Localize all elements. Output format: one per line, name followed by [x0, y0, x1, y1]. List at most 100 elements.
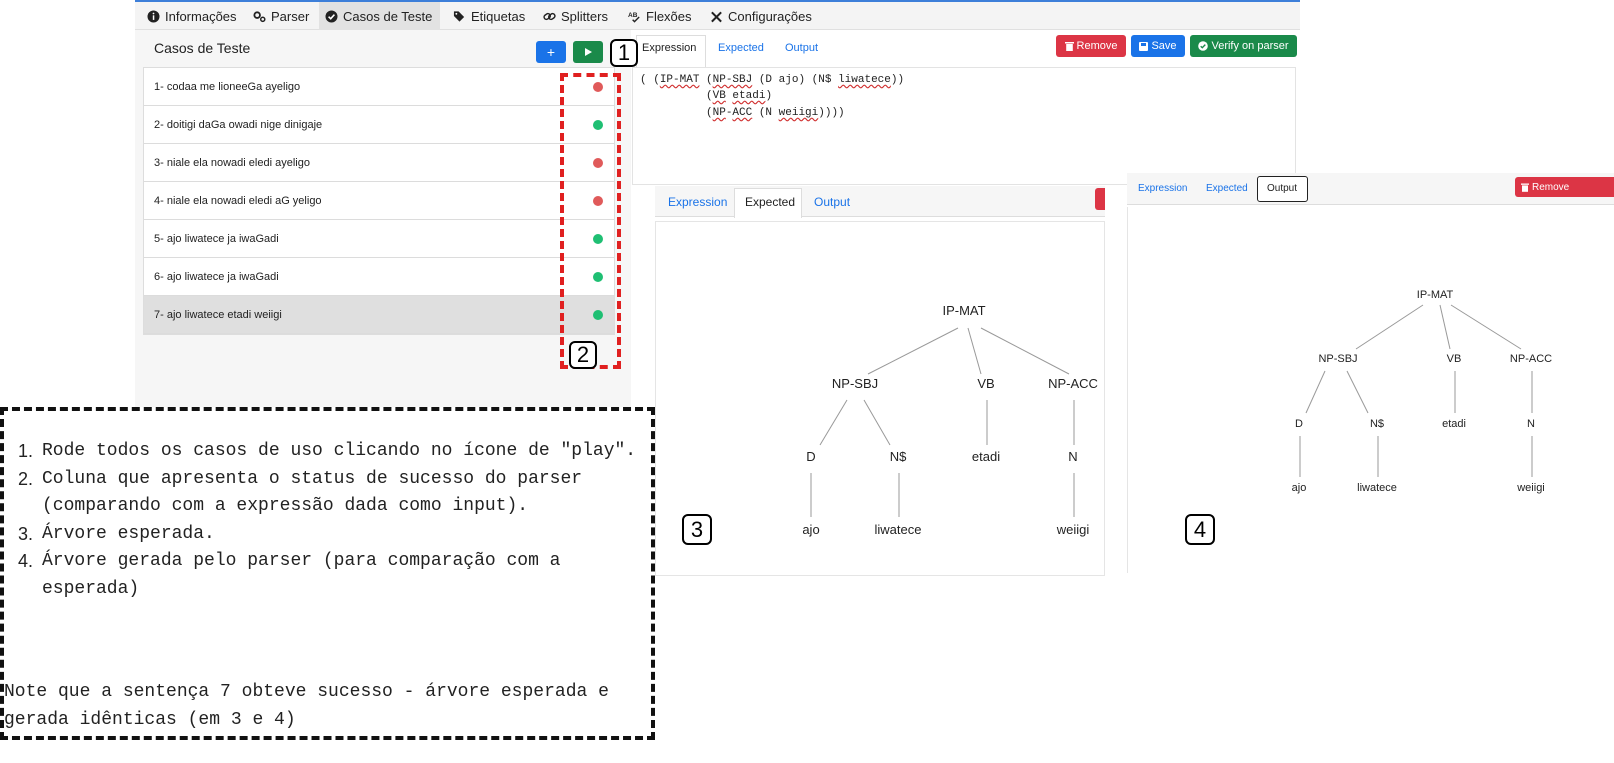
- test-case-row[interactable]: 3- niale ela nowadi eledi ayeligo: [144, 144, 614, 182]
- remove-button[interactable]: Remove: [1515, 177, 1614, 197]
- verify-label: Verify on parser: [1211, 40, 1289, 52]
- tree-node-vb: VB: [977, 376, 995, 391]
- remove-button[interactable]: Remove: [1056, 35, 1126, 57]
- nav-item-flexoes[interactable]: AB Flexões: [622, 2, 698, 30]
- tree-node-np-acc: NP-ACC: [1048, 376, 1098, 391]
- tree-leaf-weiigi: weiigi: [1056, 522, 1090, 537]
- callout-2: 2: [569, 341, 597, 369]
- test-case-list: 1- codaa me lioneeGa ayeligo 2- doitigi …: [143, 67, 615, 335]
- code-line-2: (VB etadi): [706, 90, 773, 102]
- tree-node-np-acc: NP-ACC: [1509, 353, 1553, 365]
- tab-expression[interactable]: Expression: [668, 195, 727, 209]
- test-case-label: 5- ajo liwatece ja iwaGadi: [154, 232, 279, 245]
- verify-on-parser-button[interactable]: Verify on parser: [1190, 35, 1297, 57]
- test-case-label: 2- doitigi daGa owadi nige dinigaje: [154, 118, 323, 131]
- nav-item-splitters[interactable]: Splitters: [537, 2, 614, 30]
- nav-label: Etiquetas: [471, 8, 526, 24]
- instruction-note: Note que a sentença 7 obteve sucesso - á…: [4, 682, 609, 730]
- check-circle-icon: [325, 10, 338, 23]
- tree-node-np-sbj: NP-SBJ: [1318, 353, 1358, 365]
- tree-leaf-liwatece: liwatece: [874, 522, 922, 537]
- tab-output[interactable]: Output: [1267, 183, 1297, 194]
- nav-label: Flexões: [646, 8, 692, 24]
- trash-icon: [1064, 42, 1074, 51]
- run-all-button[interactable]: [573, 41, 603, 63]
- tree-leaf-ajo: ajo: [802, 522, 820, 537]
- instruction-step: 1. Rode todos os casos de uso clicando no…: [18, 441, 637, 461]
- nav-item-casos-de-teste[interactable]: Casos de Teste: [319, 2, 440, 30]
- code-line-1: ( (IP-MAT (NP-SBJ (D ajo) (N$ liwatece)): [640, 74, 905, 86]
- tab-output[interactable]: Output: [785, 42, 818, 54]
- spellcheck-icon: AB: [628, 10, 641, 23]
- test-case-label: 4- niale ela nowadi eledi aG yeligo: [154, 194, 322, 207]
- status-column-highlight: [560, 73, 621, 369]
- test-case-row[interactable]: 2- doitigi daGa owadi nige dinigaje: [144, 106, 614, 144]
- remove-label: Remove: [1532, 181, 1570, 193]
- tab-expected[interactable]: Expected: [718, 42, 764, 54]
- callout-1: 1: [610, 39, 638, 67]
- nav-item-configuracoes[interactable]: Configurações: [704, 2, 818, 30]
- tree-leaf-etadi: etadi: [1442, 418, 1466, 430]
- nav-item-informacoes[interactable]: Informações: [141, 2, 243, 30]
- tree-node-n-dollar: N$: [1369, 418, 1385, 430]
- top-nav: Informações Parser Casos de Teste Etique…: [135, 0, 1300, 30]
- test-case-row[interactable]: 1- codaa me lioneeGa ayeligo: [144, 68, 614, 106]
- check-circle-icon: [1198, 41, 1209, 51]
- tree-node-n: N: [1527, 418, 1535, 430]
- svg-text:AB: AB: [628, 11, 638, 18]
- tab-expression[interactable]: Expression: [1138, 183, 1187, 194]
- add-test-case-button[interactable]: +: [536, 41, 566, 63]
- save-button[interactable]: Save: [1131, 35, 1185, 57]
- tab-output[interactable]: Output: [814, 195, 850, 209]
- nav-label: Configurações: [728, 8, 812, 24]
- tree-leaf-ajo: ajo: [1291, 482, 1307, 494]
- tree-node-vb: VB: [1446, 353, 1462, 365]
- trash-icon: [1521, 183, 1529, 192]
- play-icon: [585, 48, 592, 56]
- nav-label: Parser: [271, 8, 310, 24]
- info-icon: [147, 10, 160, 23]
- code-line-3: (NP-ACC (N weiigi)))): [706, 107, 845, 119]
- callout-3: 3: [682, 514, 712, 545]
- test-cases-title: Casos de Teste: [154, 40, 251, 56]
- nav-label: Splitters: [561, 8, 608, 24]
- test-case-row[interactable]: 5- ajo liwatece ja iwaGadi: [144, 220, 614, 258]
- test-case-label: 6- ajo liwatece ja iwaGadi: [154, 270, 279, 283]
- test-case-row-selected[interactable]: 7- ajo liwatece etadi weiigi: [144, 296, 614, 334]
- gears-icon: [253, 10, 266, 23]
- instruction-step: 3. Árvore esperada.: [18, 523, 215, 544]
- floppy-icon: [1139, 41, 1149, 51]
- tree-node-d: D: [806, 449, 816, 464]
- test-case-label: 7- ajo liwatece etadi weiigi: [154, 308, 282, 321]
- save-label: Save: [1151, 40, 1177, 52]
- tab-expected[interactable]: Expected: [1206, 183, 1248, 194]
- tree-node-ip-mat: IP-MAT: [942, 303, 986, 318]
- test-case-row[interactable]: 6- ajo liwatece ja iwaGadi: [144, 258, 614, 296]
- tags-icon: [453, 10, 466, 23]
- tree-node-d: D: [1295, 418, 1303, 430]
- instruction-steps: 1. Rode todos os casos de uso clicando no…: [18, 438, 650, 603]
- nav-item-etiquetas[interactable]: Etiquetas: [447, 2, 531, 30]
- nav-label: Casos de Teste: [343, 8, 433, 24]
- test-case-label: 3- niale ela nowadi eledi ayeligo: [154, 156, 310, 169]
- instruction-step: 4. Árvore gerada pelo parser (para compar…: [18, 551, 561, 599]
- tree-leaf-weiigi: weiigi: [1517, 482, 1545, 494]
- test-case-row[interactable]: 4- niale ela nowadi eledi aG yeligo: [144, 182, 614, 220]
- instruction-step: 2. Coluna que apresenta o status de suces…: [18, 468, 583, 517]
- link-icon: [543, 10, 556, 23]
- tab-expected[interactable]: Expected: [745, 195, 795, 209]
- tree-leaf-etadi: etadi: [971, 449, 1001, 464]
- nav-item-parser[interactable]: Parser: [247, 2, 315, 30]
- test-case-label: 1- codaa me lioneeGa ayeligo: [154, 80, 301, 93]
- nav-label: Informações: [165, 8, 237, 24]
- tree-node-ip-mat: IP-MAT: [1416, 289, 1454, 301]
- remove-button-partial[interactable]: [1095, 188, 1105, 210]
- tree-node-n-dollar: N$: [889, 449, 907, 464]
- tree-node-n: N: [1068, 449, 1078, 464]
- tools-icon: [710, 10, 723, 23]
- tree-node-np-sbj: NP-SBJ: [831, 376, 879, 391]
- tab-expression[interactable]: Expression: [642, 42, 696, 54]
- callout-4: 4: [1185, 514, 1215, 545]
- remove-label: Remove: [1076, 40, 1118, 52]
- tree-leaf-liwatece: liwatece: [1357, 482, 1397, 494]
